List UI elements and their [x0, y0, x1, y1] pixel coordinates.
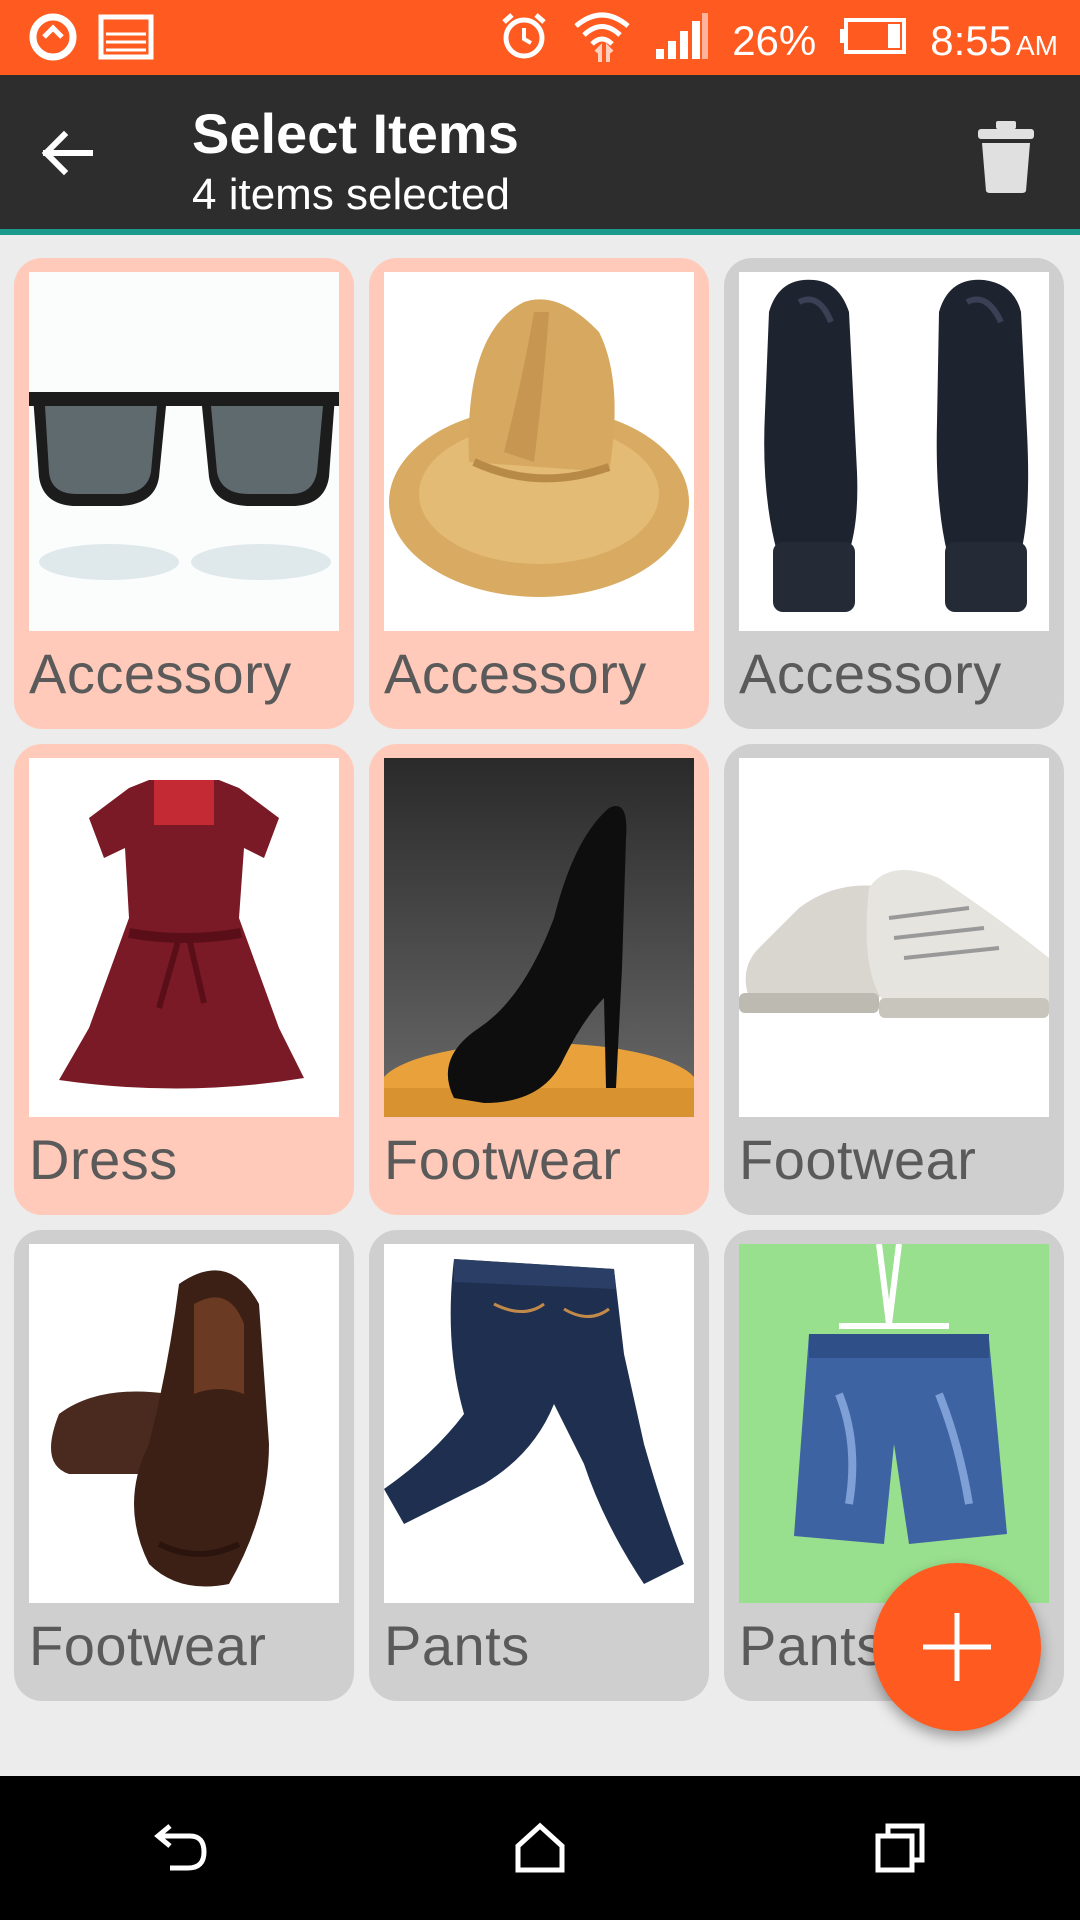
nav-home-button[interactable] — [490, 1798, 590, 1898]
sync-icon — [26, 10, 80, 69]
status-right: 26% 8:55 AM — [498, 8, 1058, 74]
item-label: Accessory — [29, 642, 292, 705]
item-label: Accessory — [739, 642, 1002, 705]
recents-nav-icon — [875, 1823, 925, 1873]
alarm-icon — [498, 10, 550, 72]
item-image-white-sneakers — [739, 758, 1049, 1117]
item-card[interactable]: Footwear — [14, 1230, 354, 1701]
item-label: Dress — [29, 1128, 178, 1191]
back-nav-icon — [154, 1824, 207, 1871]
status-left — [26, 10, 154, 69]
app-bar: Select Items 4 items selected — [0, 75, 1080, 235]
clock-time: 8:55 — [930, 17, 1012, 64]
item-label: Footwear — [29, 1614, 267, 1677]
item-image-straw-hat — [384, 272, 694, 631]
trash-icon — [978, 121, 1034, 193]
item-card[interactable]: Footwear — [724, 744, 1064, 1215]
image-icon — [98, 14, 154, 65]
item-image-black-high-heel — [384, 758, 694, 1117]
nav-back-button[interactable] — [130, 1798, 230, 1898]
item-label: Accessory — [384, 642, 647, 705]
item-image-brown-loafers — [29, 1244, 339, 1603]
item-card[interactable]: Pants — [369, 1230, 709, 1701]
item-card[interactable]: Dress — [14, 744, 354, 1215]
selection-count: 4 items selected — [192, 170, 510, 219]
item-image-black-mittens — [739, 272, 1049, 631]
nav-recents-button[interactable] — [850, 1798, 950, 1898]
items-grid: Accessory Accessory Accessory Dress Foot… — [14, 258, 1066, 1701]
home-nav-icon — [515, 1822, 565, 1873]
battery-icon — [838, 16, 908, 66]
item-label: Footwear — [384, 1128, 622, 1191]
item-label: Pants — [384, 1614, 530, 1677]
clock: 8:55 AM — [930, 17, 1058, 65]
system-nav-bar — [0, 1776, 1080, 1920]
item-image-denim-shorts — [739, 1244, 1049, 1603]
plus-icon — [923, 1613, 991, 1681]
item-label: Footwear — [739, 1128, 977, 1191]
signal-icon — [654, 11, 710, 71]
item-card[interactable]: Footwear — [369, 744, 709, 1215]
item-card[interactable]: Accessory — [724, 258, 1064, 729]
battery-text: 26% — [732, 17, 817, 64]
back-button[interactable] — [30, 117, 102, 189]
arrow-back-icon — [41, 130, 93, 176]
item-image-blue-jeans — [384, 1244, 694, 1603]
wifi-icon — [572, 8, 632, 74]
page-title: Select Items — [192, 102, 519, 165]
delete-button[interactable] — [972, 119, 1040, 195]
add-item-button[interactable] — [873, 1563, 1041, 1731]
item-card[interactable]: Accessory — [14, 258, 354, 729]
item-image-sunglasses — [29, 272, 339, 631]
item-image-red-dress — [29, 758, 339, 1117]
item-card[interactable]: Accessory — [369, 258, 709, 729]
clock-ampm: AM — [1016, 30, 1058, 61]
status-bar: 26% 8:55 AM — [0, 0, 1080, 75]
